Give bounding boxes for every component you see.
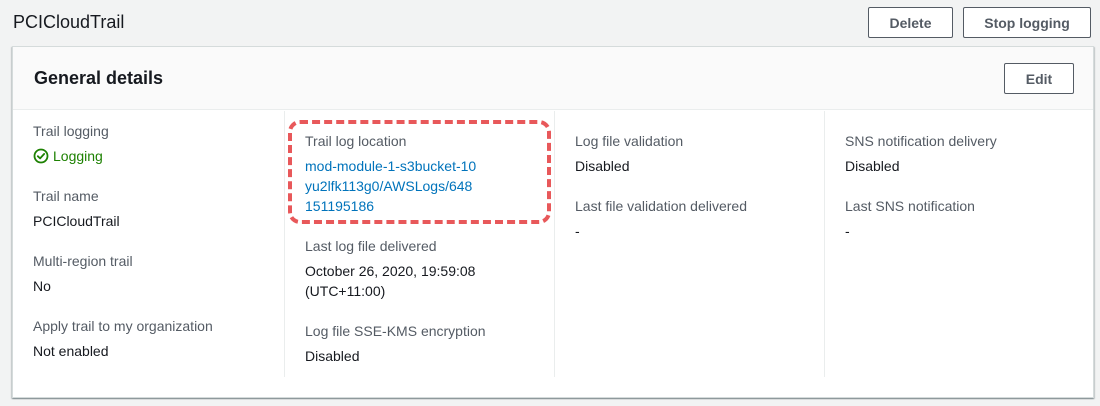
sse-kms-label: Log file SSE-KMS encryption [305,323,486,339]
sse-kms-field: Log file SSE-KMS encryption Disabled [305,321,486,366]
details-column-1: Trail logging Logging Trail name PCIClou… [33,111,283,377]
sns-delivery-field: SNS notification delivery Disabled [845,131,997,176]
details-column-3: Log file validation Disabled Last file v… [554,111,824,377]
apply-org-field: Apply trail to my organization Not enabl… [33,316,213,361]
log-location-label: Trail log location [305,133,407,149]
trail-name-field: Trail name PCICloudTrail [33,186,120,231]
general-details-title: General details [34,68,164,88]
details-column-2: Trail log location mod-module-1-s3bucket… [284,111,554,377]
apply-org-label: Apply trail to my organization [33,318,213,334]
check-circle-icon [33,148,49,164]
sns-delivery-label: SNS notification delivery [845,133,997,149]
sse-kms-value: Disabled [305,348,360,364]
trail-logging-status: Logging [33,146,109,166]
last-sns-value: - [845,223,850,239]
log-validation-label: Log file validation [575,133,684,149]
log-validation-field: Log file validation Disabled [575,131,683,176]
log-location-field: Trail log location mod-module-1-s3bucket… [305,131,480,216]
delete-button[interactable]: Delete [868,7,953,38]
edit-button[interactable]: Edit [1004,63,1074,94]
last-log-field: Last log file delivered October 26, 2020… [305,236,515,301]
multi-region-field: Multi-region trail No [33,251,133,296]
trail-name-label: Trail name [33,188,99,204]
trail-logging-label: Trail logging [33,123,109,139]
page-title: PCICloudTrail [13,12,125,32]
general-details-header: General details Edit [13,47,1093,110]
apply-org-value: Not enabled [33,343,109,359]
trail-logging-value: Logging [53,148,103,164]
multi-region-label: Multi-region trail [33,253,133,269]
last-log-value: October 26, 2020, 19:59:08 (UTC+11:00) [305,263,476,299]
stop-logging-button[interactable]: Stop logging [963,7,1091,38]
details-column-4: SNS notification delivery Disabled Last … [824,111,1084,377]
last-sns-field: Last SNS notification - [845,196,975,241]
last-validation-value: - [575,223,580,239]
last-log-label: Last log file delivered [305,238,437,254]
log-validation-value: Disabled [575,158,630,174]
multi-region-value: No [33,278,51,294]
log-location-link[interactable]: mod-module-1-s3bucket-10yu2lfk113g0/AWSL… [305,156,480,216]
trail-logging-field: Trail logging Logging [33,121,109,166]
trail-name-value: PCICloudTrail [33,213,120,229]
last-sns-label: Last SNS notification [845,198,975,214]
sns-delivery-value: Disabled [845,158,900,174]
page-header: PCICloudTrail Delete Stop logging [0,0,1100,46]
last-validation-field: Last file validation delivered - [575,196,747,241]
last-validation-label: Last file validation delivered [575,198,747,214]
general-details-panel: General details Edit Trail logging Loggi… [12,46,1094,398]
